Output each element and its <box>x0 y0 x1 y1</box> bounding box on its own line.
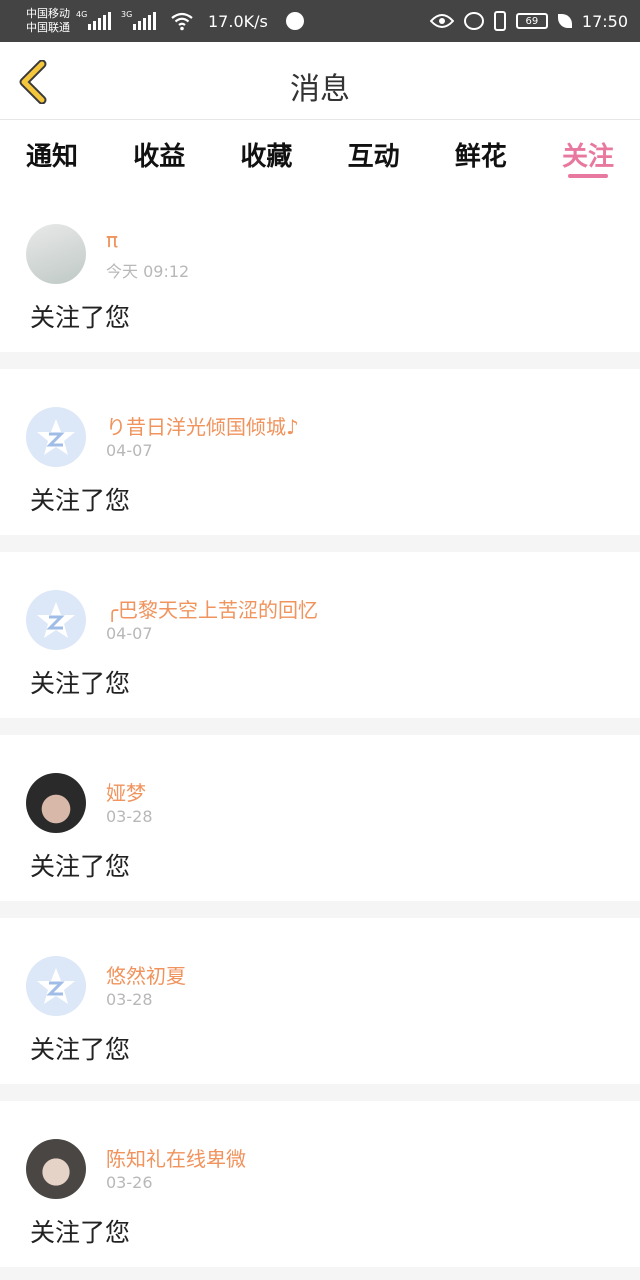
default-star-avatar-icon <box>37 419 75 455</box>
network-speed: 17.0K/s <box>208 11 268 31</box>
eye-icon <box>429 14 454 28</box>
message-text: 关注了您 <box>30 1035 131 1064</box>
tab-notifications[interactable]: 通知 <box>26 120 78 186</box>
status-right: 69 17:50 <box>429 11 628 31</box>
avatar[interactable] <box>26 956 86 1016</box>
message-text: 关注了您 <box>30 669 131 698</box>
avatar[interactable] <box>26 1139 86 1199</box>
timestamp: 04-07 <box>106 441 153 460</box>
page-title: 消息 <box>290 72 350 107</box>
globe-icon <box>285 12 304 30</box>
wifi-icon <box>171 12 193 31</box>
message-list: π 今天 09:12 关注了您 り昔日洋光倾国倾城♪ 04-07 关注了您 ╭巴… <box>0 186 640 1280</box>
signal-3g-icon: 3G <box>121 10 156 30</box>
alarm-icon <box>463 12 484 30</box>
list-item[interactable]: 娅梦 03-28 关注了您 <box>0 735 640 901</box>
network-4g-label: 4G <box>76 10 88 19</box>
avatar[interactable] <box>26 224 86 284</box>
carrier-2: 中国联通 <box>26 21 70 34</box>
timestamp: 今天 09:12 <box>106 262 190 281</box>
leaf-icon <box>557 14 572 28</box>
tab-earnings[interactable]: 收益 <box>133 120 185 186</box>
list-item[interactable]: ╭巴黎天空上苦涩的回忆 04-07 关注了您 <box>0 552 640 718</box>
avatar[interactable] <box>26 407 86 467</box>
timestamp: 03-26 <box>106 1173 153 1192</box>
message-text: 关注了您 <box>30 852 131 881</box>
tab-label: 收藏 <box>240 142 293 172</box>
tab-bar: 通知 收益 收藏 互动 鲜花 关注 <box>0 120 640 186</box>
status-left: 中国移动 中国联通 4G 3G 17.0K/s <box>26 7 304 35</box>
tab-label: 收益 <box>133 142 186 172</box>
avatar[interactable] <box>26 590 86 650</box>
network-3g-label: 3G <box>121 10 133 19</box>
timestamp: 04-07 <box>106 624 153 643</box>
message-text: 关注了您 <box>30 1218 131 1247</box>
timestamp: 03-28 <box>106 990 153 1009</box>
list-item[interactable]: 陈知礼在线卑微 03-26 关注了您 <box>0 1101 640 1267</box>
list-item[interactable]: り昔日洋光倾国倾城♪ 04-07 关注了您 <box>0 369 640 535</box>
signal-4g-icon: 4G <box>76 10 111 30</box>
avatar[interactable] <box>26 773 86 833</box>
user-name[interactable]: り昔日洋光倾国倾城♪ <box>106 411 299 440</box>
list-item[interactable]: π 今天 09:12 关注了您 <box>0 186 640 352</box>
carrier-names: 中国移动 中国联通 <box>26 7 70 35</box>
clock: 17:50 <box>581 11 628 31</box>
user-name[interactable]: 娅梦 <box>106 777 146 806</box>
tab-favorites[interactable]: 收藏 <box>240 120 292 186</box>
tab-following[interactable]: 关注 <box>562 120 614 186</box>
vibrate-icon <box>493 11 506 31</box>
tab-label: 关注 <box>561 142 614 172</box>
list-item[interactable]: 悠然初夏 03-28 关注了您 <box>0 918 640 1084</box>
status-bar: 中国移动 中国联通 4G 3G 17.0K/s 69 17:50 <box>0 0 640 42</box>
message-text: 关注了您 <box>30 486 131 515</box>
active-tab-indicator <box>567 174 608 178</box>
battery-level: 69 <box>525 15 539 27</box>
app-header: 消息 <box>0 42 640 120</box>
message-text: 关注了您 <box>30 303 131 332</box>
timestamp: 03-28 <box>106 807 153 826</box>
default-star-avatar-icon <box>37 602 75 638</box>
user-name[interactable]: 陈知礼在线卑微 <box>106 1143 246 1172</box>
tab-label: 通知 <box>26 142 79 172</box>
user-name[interactable]: ╭巴黎天空上苦涩的回忆 <box>106 594 318 623</box>
tab-flowers[interactable]: 鲜花 <box>455 120 507 186</box>
carrier-1: 中国移动 <box>26 7 70 20</box>
tab-label: 鲜花 <box>454 142 507 172</box>
battery-icon: 69 <box>515 13 548 29</box>
default-star-avatar-icon <box>37 968 75 1004</box>
user-name[interactable]: π <box>106 228 118 252</box>
tab-interactions[interactable]: 互动 <box>348 120 400 186</box>
user-name[interactable]: 悠然初夏 <box>106 960 186 989</box>
tab-label: 互动 <box>347 142 400 172</box>
